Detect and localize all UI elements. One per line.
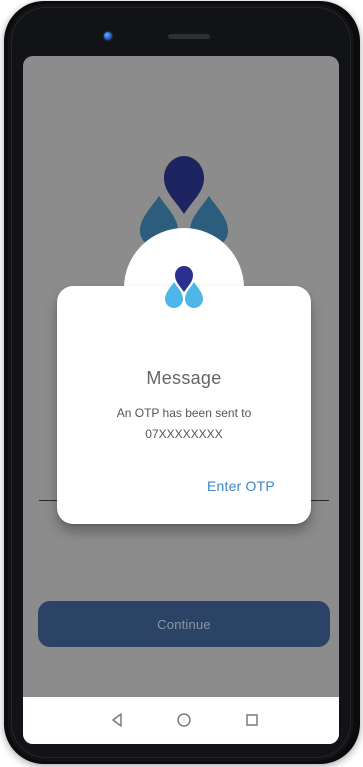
dialog-card: [57, 286, 311, 524]
back-triangle-icon[interactable]: [105, 708, 129, 732]
continue-button[interactable]: Continue: [38, 601, 330, 647]
system-navigation-bar: [23, 697, 339, 744]
recents-square-icon[interactable]: [240, 708, 264, 732]
front-camera: [104, 32, 112, 40]
earpiece-speaker: [168, 34, 210, 39]
home-circle-icon[interactable]: [172, 708, 196, 732]
